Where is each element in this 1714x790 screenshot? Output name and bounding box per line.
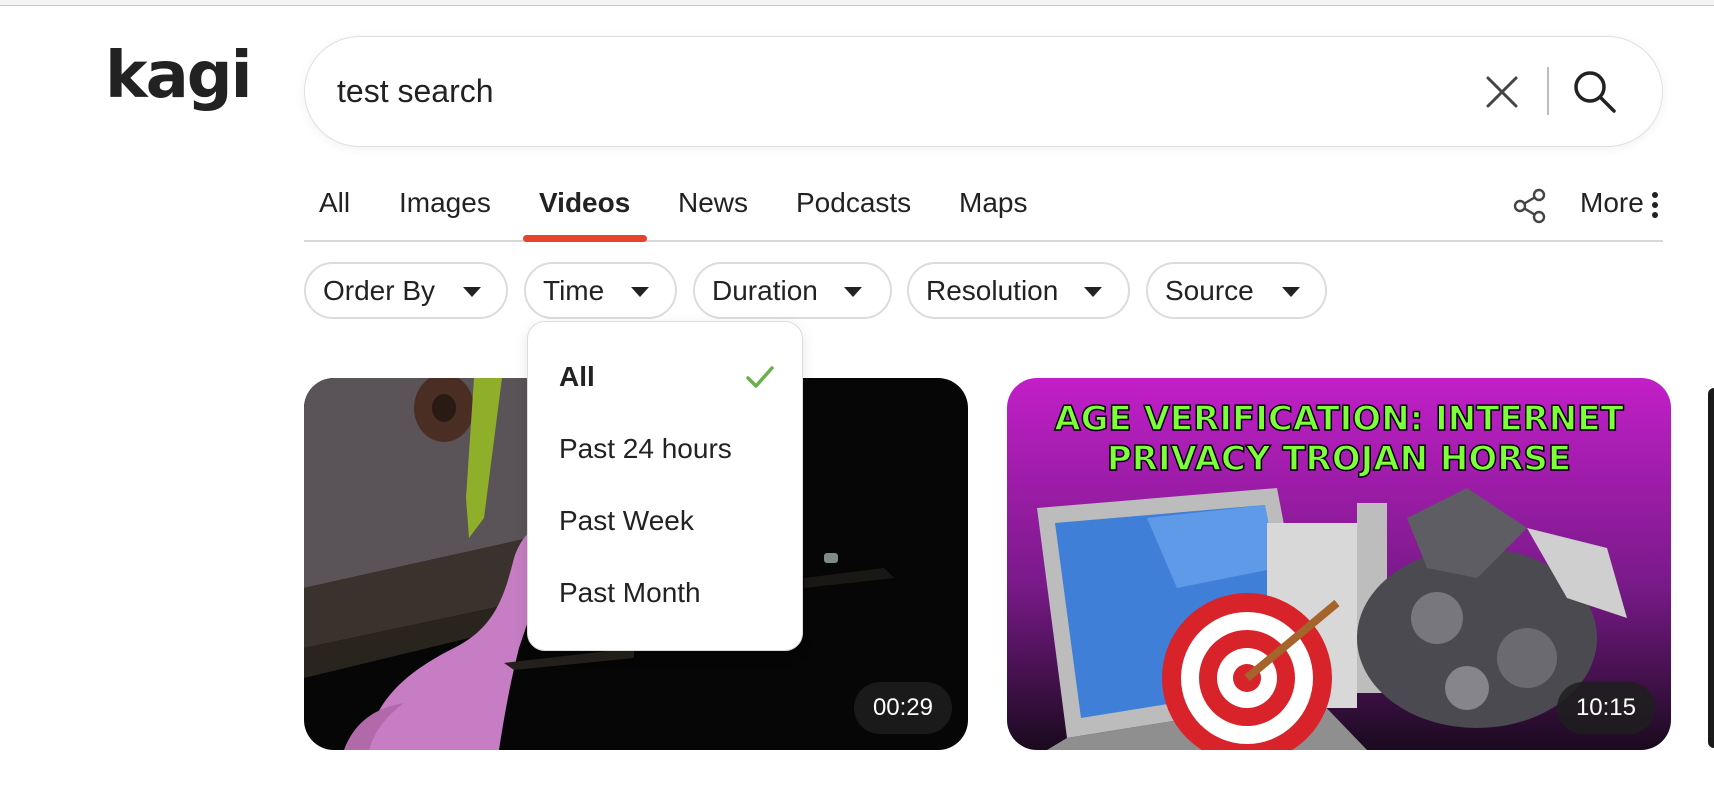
- filter-source[interactable]: Source: [1146, 262, 1327, 319]
- next-card-edge: [1708, 388, 1714, 748]
- kagi-logo[interactable]: kagi: [105, 44, 252, 108]
- filter-label: Time: [543, 275, 605, 306]
- close-icon: [1486, 76, 1518, 108]
- video-card[interactable]: AGE VERIFICATION: INTERNET PRIVACY TROJA…: [1007, 378, 1671, 750]
- thumbnail-text-line1: AGE VERIFICATION: INTERNET: [1054, 399, 1624, 439]
- tab-images[interactable]: Images: [399, 187, 491, 219]
- caret-down-icon: [1282, 287, 1300, 297]
- thumbnail-text-line2: PRIVACY TROJAN HORSE: [1107, 439, 1571, 479]
- filter-label: Order By: [323, 275, 436, 306]
- tab-videos[interactable]: Videos: [539, 187, 630, 219]
- filter-duration[interactable]: Duration: [693, 262, 892, 319]
- caret-down-icon: [631, 287, 649, 297]
- video-duration: 00:29: [853, 682, 952, 734]
- more-button[interactable]: More: [1580, 187, 1658, 219]
- search-button[interactable]: [1570, 67, 1620, 117]
- caret-down-icon: [844, 287, 862, 297]
- more-label: More: [1580, 187, 1644, 218]
- tab-news[interactable]: News: [678, 187, 748, 219]
- checkmark-icon: [746, 366, 774, 388]
- time-option-past-week[interactable]: Past Week: [559, 505, 694, 537]
- filter-time[interactable]: Time: [524, 262, 677, 319]
- share-icon: [1513, 188, 1546, 224]
- filter-order-by[interactable]: Order By: [304, 262, 508, 319]
- share-button[interactable]: [1510, 186, 1550, 226]
- tab-maps[interactable]: Maps: [959, 187, 1027, 219]
- vertical-dots-icon: [1651, 191, 1658, 218]
- clear-search-button[interactable]: [1480, 70, 1524, 114]
- active-tab-indicator: [523, 235, 647, 242]
- filter-label: Resolution: [926, 275, 1059, 306]
- search-divider: [1547, 67, 1549, 115]
- time-option-past-month[interactable]: Past Month: [559, 577, 701, 609]
- time-option-past-24-hours[interactable]: Past 24 hours: [559, 433, 732, 465]
- caret-down-icon: [463, 287, 481, 297]
- video-duration: 10:15: [1556, 682, 1655, 734]
- search-input[interactable]: [337, 65, 1437, 117]
- tab-podcasts[interactable]: Podcasts: [796, 187, 911, 219]
- filter-label: Source: [1165, 275, 1254, 306]
- search-icon: [1574, 71, 1616, 113]
- window-top-edge: [0, 0, 1714, 6]
- time-filter-dropdown: All Past 24 hours Past Week Past Month: [527, 321, 803, 651]
- time-option-all[interactable]: All: [559, 361, 595, 393]
- filter-label: Duration: [712, 275, 818, 306]
- search-type-tabs: All Images Videos News Podcasts Maps Mor…: [304, 184, 1663, 242]
- filter-resolution[interactable]: Resolution: [907, 262, 1130, 319]
- caret-down-icon: [1084, 287, 1102, 297]
- tab-all[interactable]: All: [319, 187, 350, 219]
- search-bar: [304, 36, 1663, 147]
